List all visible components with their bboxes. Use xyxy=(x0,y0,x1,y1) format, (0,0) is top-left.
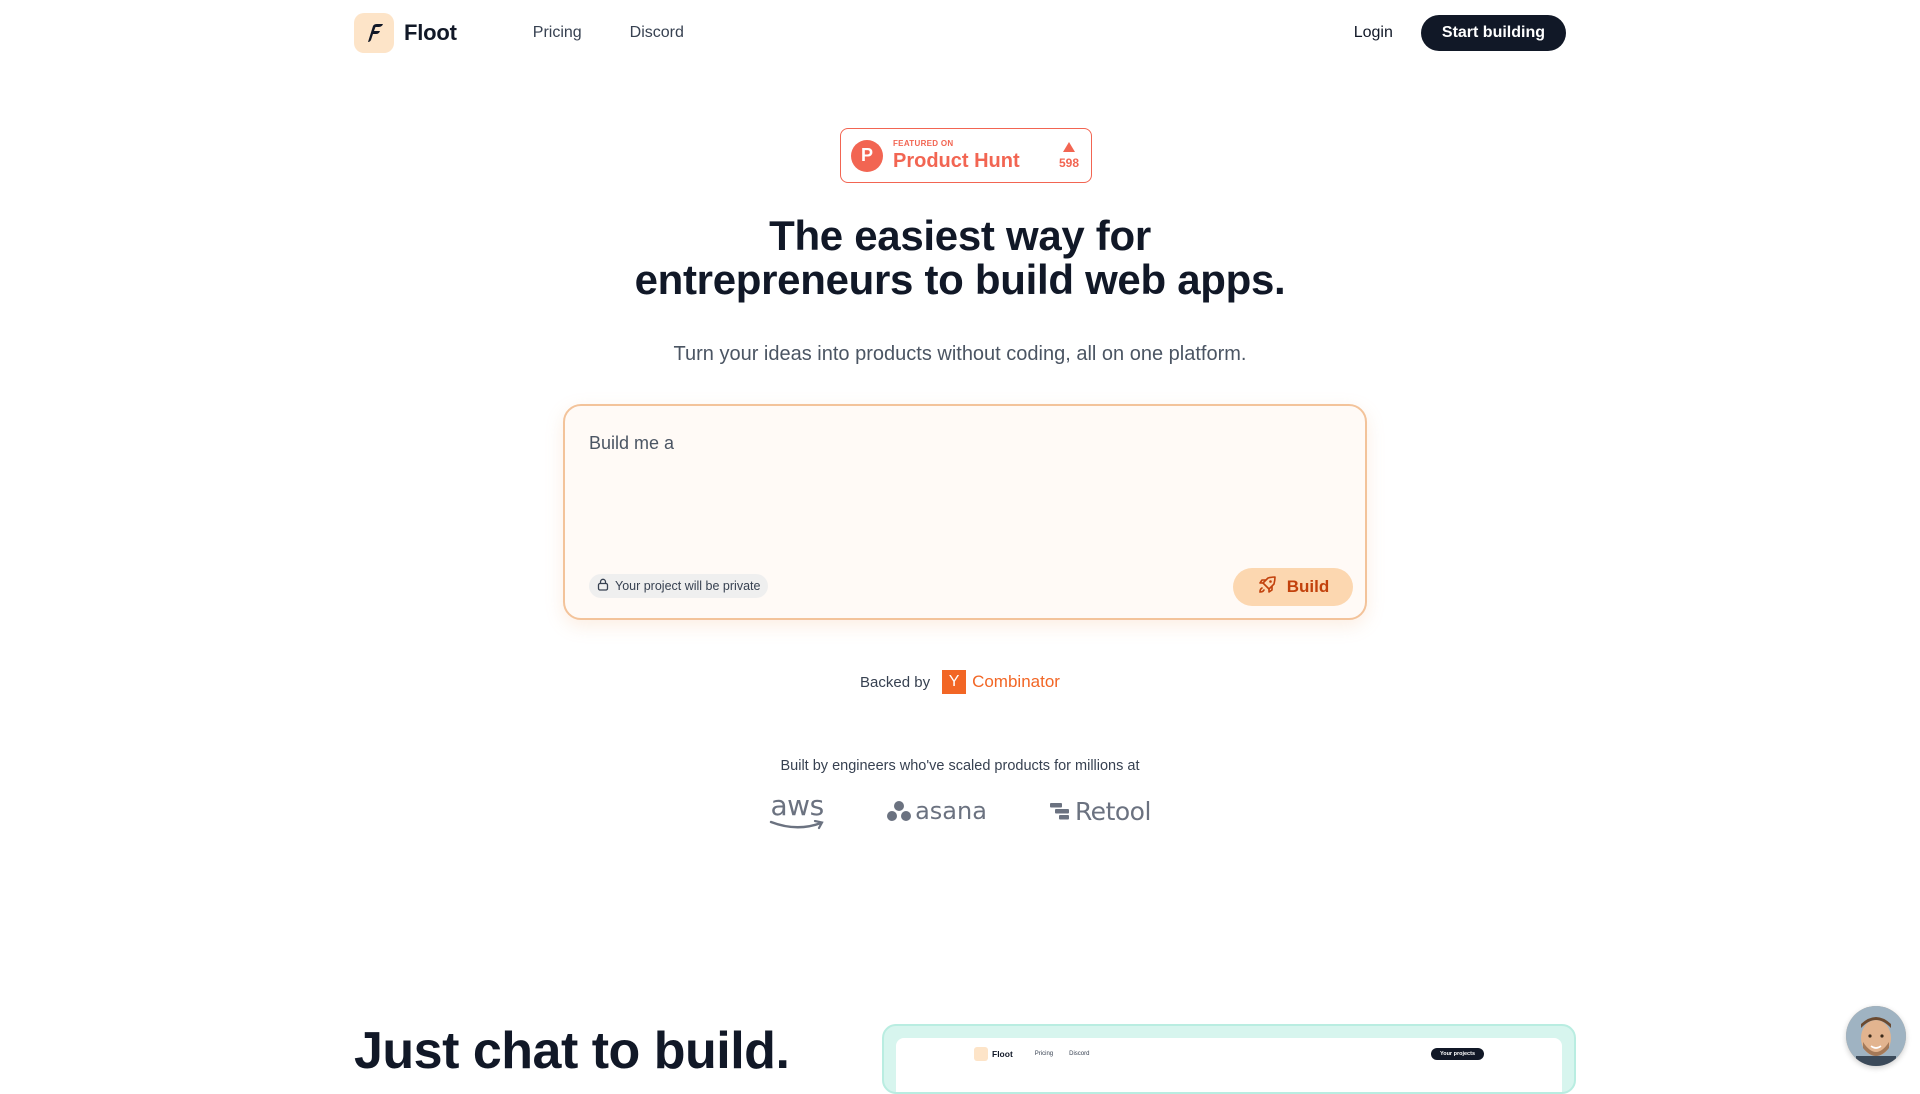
private-label: Your project will be private xyxy=(615,579,761,593)
retool-logo-icon: Retool xyxy=(1049,797,1151,826)
nav-right: Login Start building xyxy=(1354,15,1566,51)
engineers-text: Built by engineers who've scaled product… xyxy=(780,758,1140,774)
asana-logo-icon: asana xyxy=(887,797,987,825)
yc-logo[interactable]: Y Combinator xyxy=(942,670,1060,694)
support-avatar[interactable] xyxy=(1846,1006,1906,1066)
preview-floot-logo-icon xyxy=(974,1047,988,1061)
rocket-icon xyxy=(1257,575,1277,600)
private-badge: Your project will be private xyxy=(589,574,769,598)
ph-featured-label: FEATURED ON xyxy=(893,139,954,148)
app-preview-window: Floot Pricing Discord Your projects xyxy=(896,1038,1562,1092)
product-hunt-icon: P xyxy=(851,139,883,172)
product-hunt-badge[interactable]: P FEATURED ON Product Hunt 598 xyxy=(840,128,1092,183)
ph-text: FEATURED ON Product Hunt xyxy=(893,139,1020,172)
start-building-button[interactable]: Start building xyxy=(1420,15,1566,51)
ph-name: Product Hunt xyxy=(893,150,1020,172)
upvote-arrow-icon xyxy=(1062,141,1075,152)
ph-votes: 598 xyxy=(1058,141,1079,170)
lock-icon xyxy=(597,578,609,594)
app-preview: Floot Pricing Discord Your projects xyxy=(882,1024,1576,1094)
ph-vote-count: 598 xyxy=(1058,155,1079,170)
hero-title-line1: The easiest way for xyxy=(769,212,1151,259)
backed-by: Backed by Y Combinator xyxy=(0,670,1920,694)
preview-link-discord: Discord xyxy=(1069,1051,1090,1057)
yc-logo-icon: Y xyxy=(942,670,967,694)
login-link[interactable]: Login xyxy=(1354,24,1393,42)
aws-logo-icon: aws xyxy=(769,792,825,830)
backed-label: Backed by xyxy=(860,673,931,691)
brand[interactable]: Floot xyxy=(354,13,457,53)
nav-links: Pricing Discord xyxy=(533,24,684,42)
brand-name: Floot xyxy=(404,20,457,45)
yc-name: Combinator xyxy=(972,672,1060,691)
hero-subtitle: Turn your ideas into products without co… xyxy=(673,343,1247,365)
section-title: Just chat to build. xyxy=(354,1022,790,1080)
preview-nav: Floot Pricing Discord Your projects xyxy=(974,1046,1484,1062)
nav-link-discord[interactable]: Discord xyxy=(630,24,684,42)
retool-logo-text: Retool xyxy=(1074,796,1151,826)
aws-logo-text: aws xyxy=(770,789,825,822)
asana-logo-text: asana xyxy=(915,797,987,825)
company-logos: aws asana Retool xyxy=(0,792,1920,830)
preview-brand: Floot xyxy=(992,1049,1013,1059)
build-label: Build xyxy=(1286,577,1330,596)
nav-link-pricing[interactable]: Pricing xyxy=(533,24,582,42)
build-button[interactable]: Build xyxy=(1233,568,1353,606)
preview-link-pricing: Pricing xyxy=(1034,1051,1054,1057)
preview-your-projects-button: Your projects xyxy=(1430,1048,1484,1060)
hero-title: The easiest way for entrepreneurs to bui… xyxy=(0,214,1920,302)
hero-title-line2: entrepreneurs to build web apps. xyxy=(634,256,1286,303)
prompt-box: Your project will be private Build xyxy=(563,404,1367,620)
floot-logo-icon xyxy=(354,13,394,53)
prompt-input[interactable] xyxy=(587,432,1327,455)
top-nav: Floot Pricing Discord Login Start buildi… xyxy=(354,12,1566,54)
